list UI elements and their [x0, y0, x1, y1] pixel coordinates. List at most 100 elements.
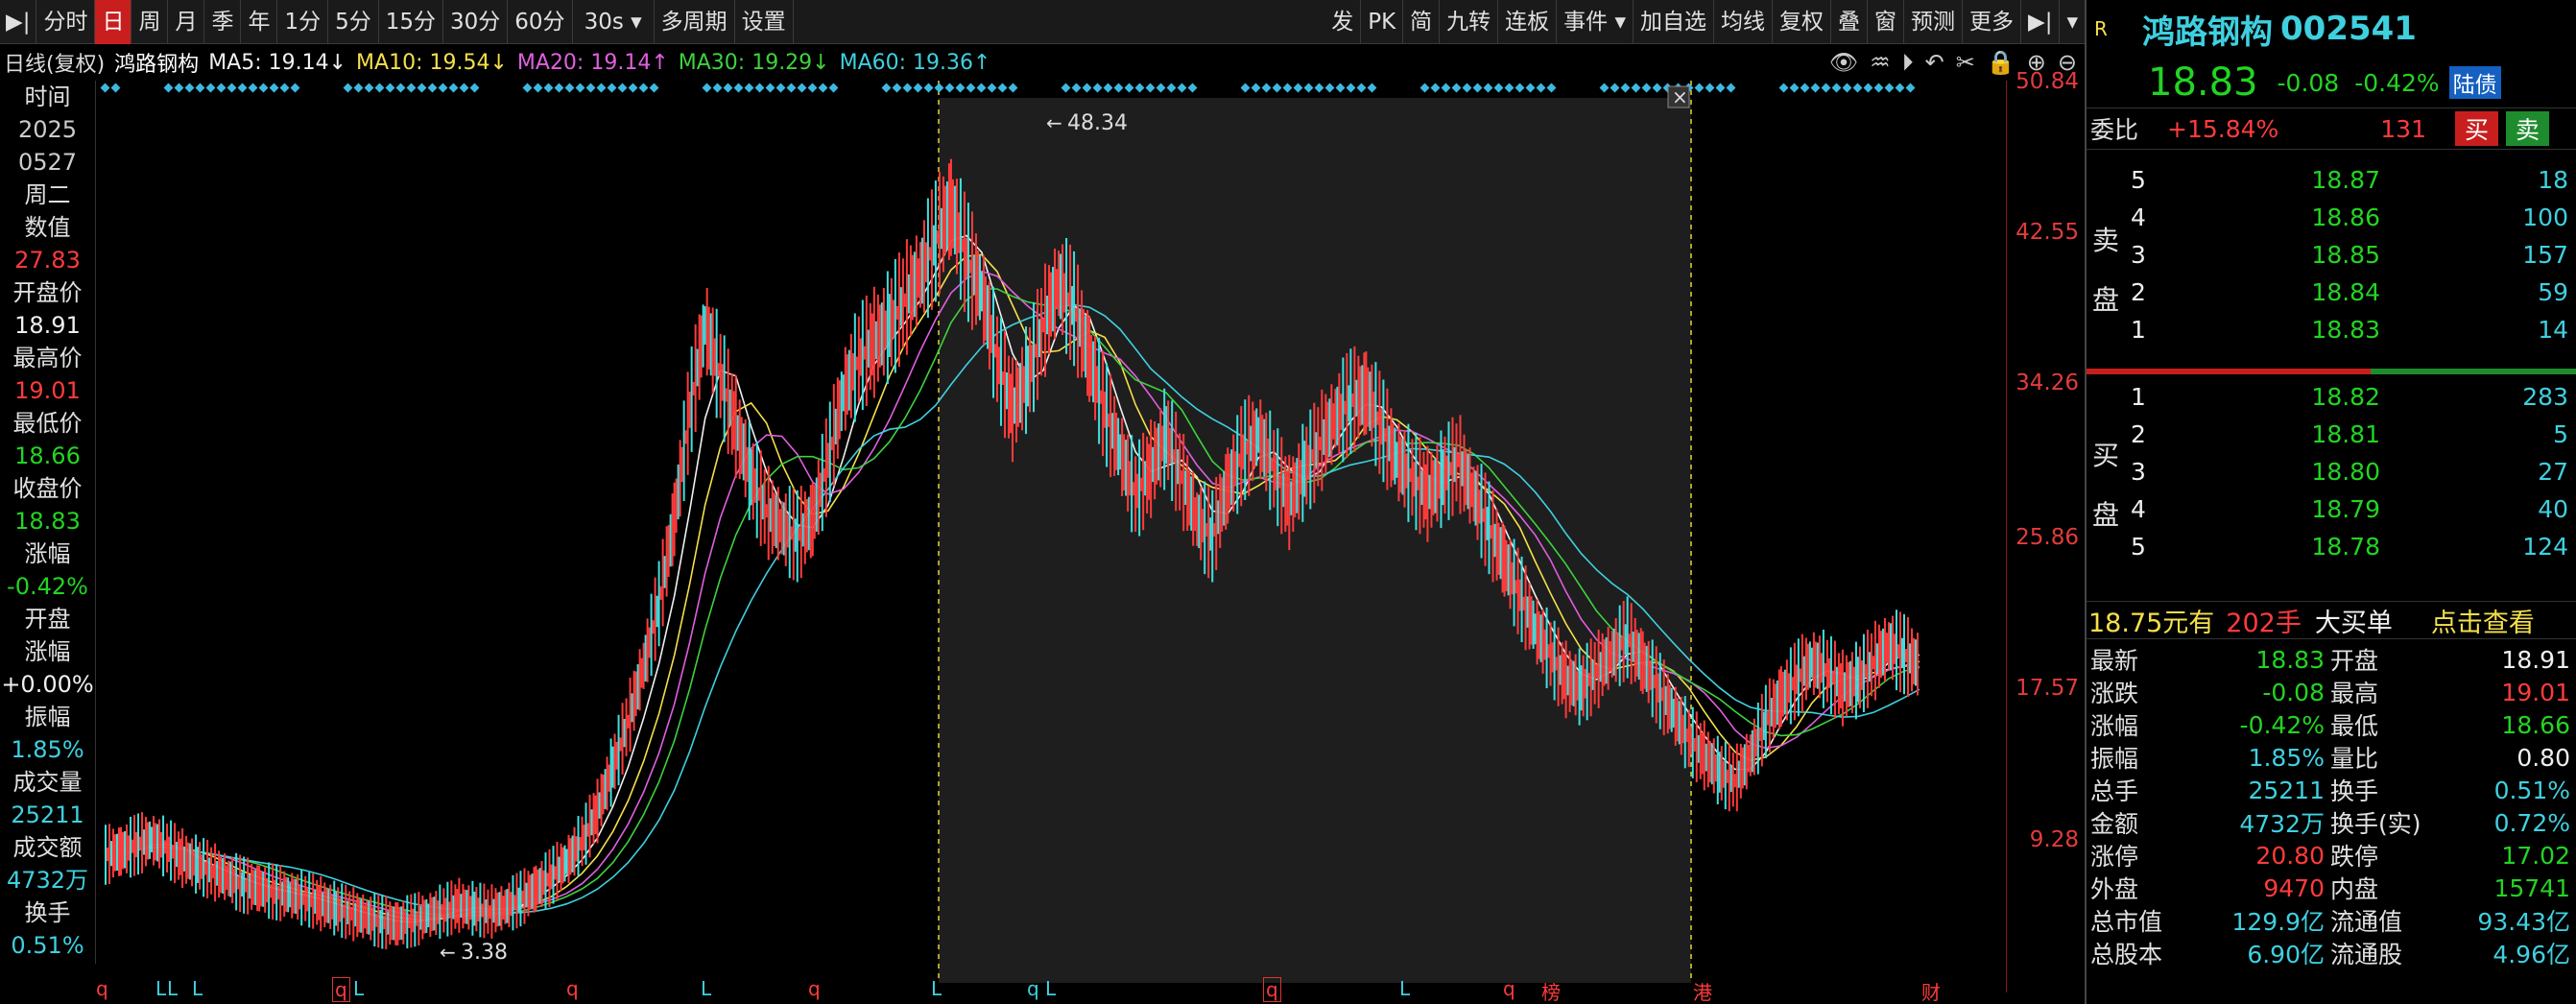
forecast-button[interactable]: 预测: [1904, 0, 1964, 44]
simple-button[interactable]: 简: [1403, 0, 1441, 44]
bid-level-1[interactable]: 1 18.82 283: [2087, 378, 2576, 416]
bid-level-5[interactable]: 5 18.78 124: [2087, 528, 2576, 565]
period-toolbar: ▶| 分时 日 周 月 季 年 1分 5分 15分 30分 60分 30s ▾ …: [0, 0, 2085, 44]
collapse-right-icon[interactable]: ▶|: [2021, 0, 2061, 44]
pk-button[interactable]: PK: [1361, 0, 1404, 44]
mark-l[interactable]: L: [701, 977, 711, 1000]
big-order-text: 大买单: [2314, 608, 2393, 638]
big-order-link[interactable]: 点击查看: [2431, 602, 2535, 639]
tab-intraday[interactable]: 分时: [36, 0, 96, 44]
tab-30s-dropdown[interactable]: 30s ▾: [573, 0, 655, 44]
ma-button[interactable]: 均线: [1714, 0, 1774, 44]
publish-button[interactable]: 发: [1324, 0, 1362, 44]
tab-weekly[interactable]: 周: [131, 0, 169, 44]
signal-diamond: [1599, 83, 1610, 93]
signal-diamond: [1472, 83, 1483, 93]
signal-diamond: [110, 83, 121, 93]
stat-value: 20.80: [2255, 841, 2325, 870]
stat-value: 6.90亿: [2247, 941, 2325, 968]
signal-diamond: [1113, 83, 1124, 93]
bid-level-3[interactable]: 3 18.80 27: [2087, 453, 2576, 490]
tab-15min[interactable]: 15分: [379, 0, 443, 44]
signal-diamond: [1705, 83, 1715, 93]
tab-5min[interactable]: 5分: [328, 0, 379, 44]
lock-icon[interactable]: 🔒: [1987, 49, 2015, 76]
tab-60min[interactable]: 60分: [508, 0, 573, 44]
overlay-button[interactable]: 叠: [1831, 0, 1869, 44]
bid-level-2[interactable]: 2 18.81 5: [2087, 416, 2576, 453]
mark-q[interactable]: q: [1263, 977, 1281, 1002]
signal-diamond: [1451, 83, 1462, 93]
add-watchlist-button[interactable]: 加自选: [1634, 0, 1715, 44]
settings-button[interactable]: 设置: [735, 0, 794, 44]
bid-price: 18.78: [2311, 533, 2380, 561]
stat-key: 金额: [2090, 810, 2139, 838]
adjust-button[interactable]: 复权: [1773, 0, 1832, 44]
eye-icon[interactable]: 👁: [1829, 49, 1858, 76]
mark-q[interactable]: q: [96, 977, 108, 1000]
nine-turn-button[interactable]: 九转: [1440, 0, 1499, 44]
undo-icon[interactable]: ↶: [1925, 49, 1944, 76]
price-change: -0.08: [2277, 68, 2340, 97]
stat-value: 1.85%: [2248, 743, 2325, 772]
mark-hk[interactable]: 港: [1693, 977, 1712, 1004]
mark-q[interactable]: q: [566, 977, 579, 1000]
mark-l[interactable]: L: [353, 977, 364, 1000]
pattern-icon[interactable]: ♒: [1870, 49, 1891, 76]
more-arrow-icon[interactable]: ▾: [2060, 0, 2085, 44]
mark-report[interactable]: 财: [1921, 977, 1941, 1004]
bid-level-4[interactable]: 4 18.79 40: [2087, 490, 2576, 528]
bond-tag[interactable]: 陆债: [2448, 66, 2501, 99]
stat-key: 量比: [2330, 745, 2379, 773]
ask-volume: 14: [2538, 316, 2568, 344]
ask-level-3[interactable]: 3 18.85 157: [2087, 236, 2576, 274]
play-icon[interactable]: ⏵: [1902, 49, 1914, 76]
limit-up-button[interactable]: 连板: [1498, 0, 1558, 44]
scissors-icon[interactable]: ✂: [1956, 49, 1975, 76]
tab-1min[interactable]: 1分: [277, 0, 329, 44]
kline-chart[interactable]: 48.34 ← 3.38 ← ×: [96, 81, 2006, 992]
mark-l[interactable]: L: [931, 977, 942, 1000]
stat-key: 流通股: [2330, 941, 2403, 968]
ask-level-2[interactable]: 2 18.84 59: [2087, 274, 2576, 311]
mark-q[interactable]: q: [1503, 977, 1515, 1000]
tab-daily[interactable]: 日: [95, 0, 132, 44]
more-button[interactable]: 更多: [1963, 0, 2022, 44]
close-selection-icon[interactable]: ×: [1667, 85, 1690, 108]
signal-diamond: [258, 83, 269, 93]
ask-level-4[interactable]: 4 18.86 100: [2087, 199, 2576, 236]
stock-name: 鸿路钢构: [2142, 12, 2273, 52]
signal-diamond: [818, 83, 828, 93]
events-dropdown[interactable]: 事件 ▾: [1557, 0, 1634, 44]
window-button[interactable]: 窗: [1868, 0, 1905, 44]
signal-diamond: [1694, 83, 1705, 93]
big-order-row[interactable]: 18.75元有 202手 大买单 点击查看: [2087, 601, 2576, 639]
buy-button[interactable]: 买: [2455, 111, 2499, 146]
sell-button[interactable]: 卖: [2506, 111, 2550, 146]
close-value: 18.83: [14, 508, 81, 535]
signal-diamond: [1715, 83, 1726, 93]
signal-diamond: [1324, 83, 1335, 93]
tab-quarterly[interactable]: 季: [204, 0, 242, 44]
mark-l[interactable]: L: [167, 977, 178, 1000]
ask-price: 18.84: [2311, 278, 2380, 306]
signal-diamond: [184, 83, 195, 93]
tab-yearly[interactable]: 年: [241, 0, 278, 44]
ask-price: 18.86: [2311, 203, 2380, 231]
mark-l[interactable]: L: [155, 977, 166, 1000]
selection-region[interactable]: [939, 98, 1691, 983]
mark-q[interactable]: q: [808, 977, 821, 1000]
tab-monthly[interactable]: 月: [168, 0, 205, 44]
mark-l[interactable]: L: [1399, 977, 1410, 1000]
tab-multi-period[interactable]: 多周期: [655, 0, 735, 44]
mark-rank[interactable]: 榜: [1541, 977, 1561, 1004]
ask-level-5[interactable]: 5 18.87 18: [2087, 161, 2576, 199]
kline-svg[interactable]: 48.34 ← 3.38 ← ×: [96, 81, 2006, 992]
stat-key: 总市值: [2090, 908, 2163, 936]
tab-30min[interactable]: 30分: [443, 0, 509, 44]
menu-toggle-icon[interactable]: ▶|: [0, 0, 37, 44]
mark-ql[interactable]: q L: [1027, 977, 1056, 1000]
mark-l[interactable]: L: [192, 977, 203, 1000]
ask-level-1[interactable]: 1 18.83 14: [2087, 311, 2576, 348]
mark-q[interactable]: q: [332, 977, 350, 1002]
